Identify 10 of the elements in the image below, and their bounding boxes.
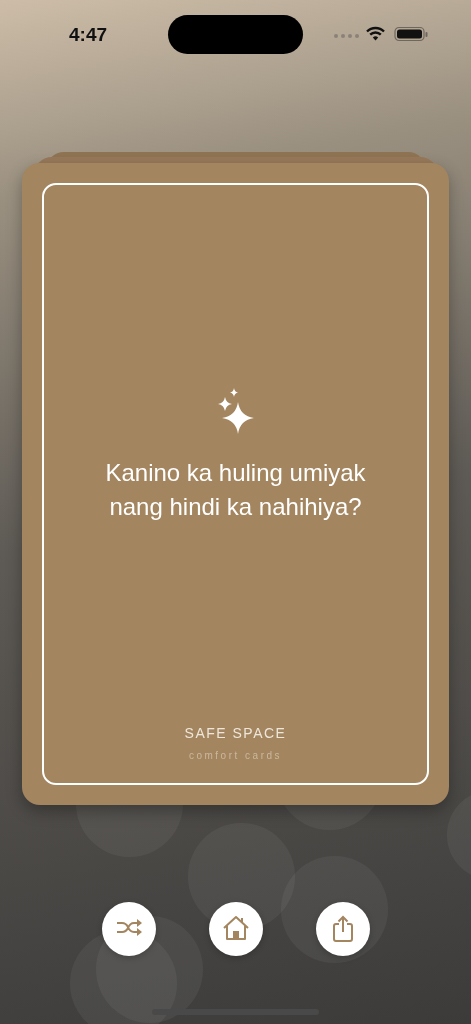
brand-title: SAFE SPACE: [184, 724, 287, 743]
question-text: Kanino ka huling umiyak nang hindi ka nahihiya?: [104, 458, 367, 522]
signal-icon: [334, 34, 359, 38]
battery-icon: [394, 26, 428, 43]
shuffle-button[interactable]: [101, 902, 156, 956]
home-button[interactable]: [208, 902, 263, 956]
brand-tagline: comfort cards: [188, 749, 283, 763]
share-button[interactable]: [315, 902, 370, 956]
status-time: 4:47: [69, 22, 108, 47]
wifi-icon: [366, 26, 385, 41]
